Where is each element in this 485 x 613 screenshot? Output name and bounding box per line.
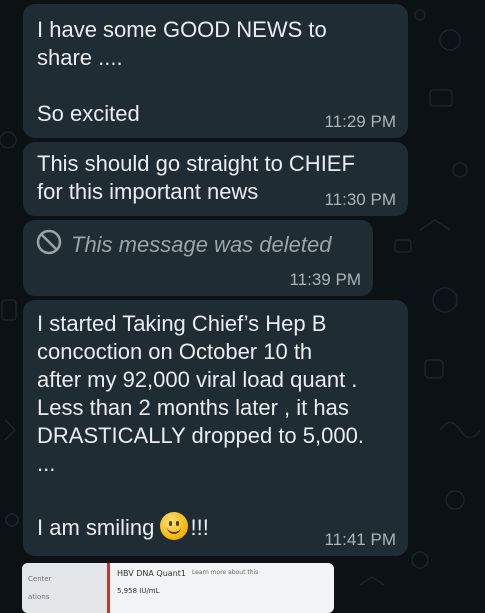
message-bubble[interactable]: I have some GOOD NEWS to share .... So e…: [23, 4, 408, 138]
smiling-face-icon: [160, 512, 189, 540]
attachment-title: HBV DNA Quant1: [117, 569, 186, 578]
smiling-line: I am smiling !!!: [37, 512, 209, 542]
attachment-side-label: Center: [28, 575, 52, 583]
smiling-text: I am smiling: [37, 515, 161, 540]
message-timestamp: 11:39 PM: [289, 270, 361, 289]
message-bubble[interactable]: This should go straight to CHIEF for thi…: [23, 142, 408, 216]
message-timestamp: 11:41 PM: [324, 530, 396, 549]
attachment-value: 5,958 IU/mL: [117, 587, 160, 595]
message-bubble[interactable]: I started Taking Chief’s Hep B concoctio…: [23, 300, 408, 556]
message-text: I started Taking Chief’s Hep B concoctio…: [37, 311, 364, 476]
message-timestamp: 11:29 PM: [324, 112, 396, 131]
attachment-accent-bar: [107, 563, 110, 613]
image-attachment[interactable]: Center ations HBV DNA Quant1 Learn more …: [22, 563, 334, 613]
exclamation-text: !!!: [190, 515, 209, 540]
message-timestamp: 11:30 PM: [324, 190, 396, 209]
deleted-message-text: This message was deleted: [71, 231, 332, 257]
deleted-icon: [35, 228, 63, 261]
attachment-sidebar: Center ations: [22, 563, 107, 613]
attachment-link: Learn more about this: [192, 569, 259, 576]
deleted-message-bubble[interactable]: This message was deleted 11:39 PM: [23, 220, 373, 296]
attachment-side-label: ations: [28, 593, 50, 601]
